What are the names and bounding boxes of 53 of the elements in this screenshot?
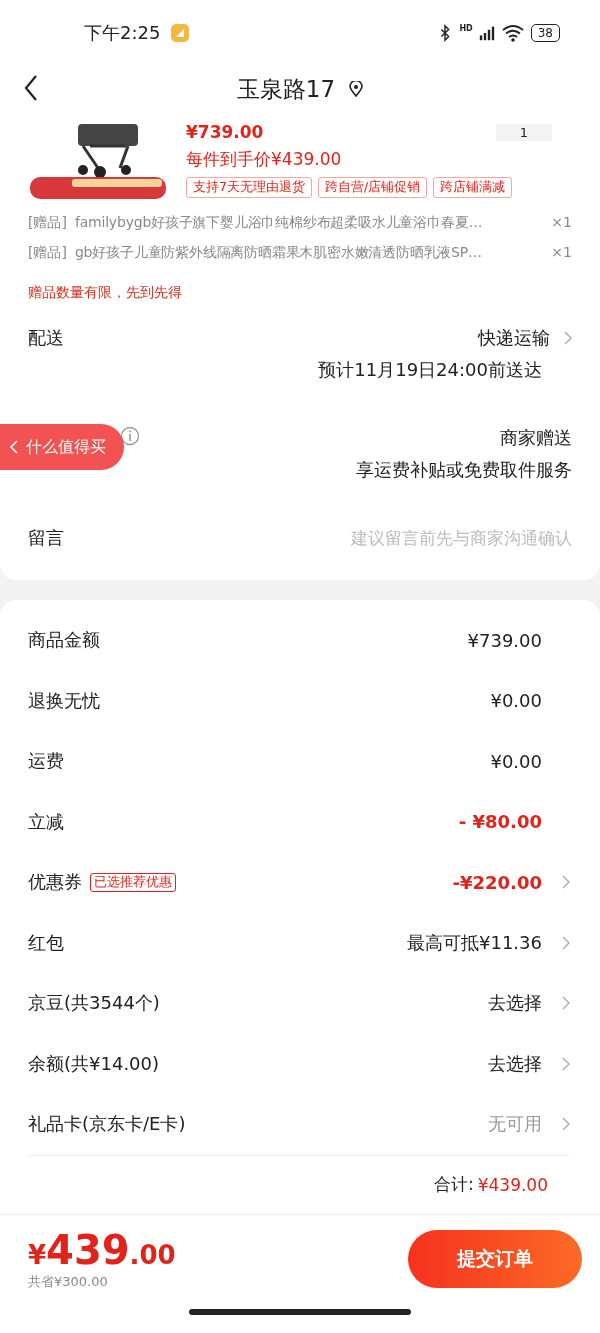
payable-amount: ¥439.00 [28,1226,176,1273]
delivery-estimate: 预计11月19日24:00前送达 [318,358,542,382]
service-tag: 支持7天无理由退货 [186,177,312,198]
summary-label: 立减 [28,809,64,834]
gift-name: gb好孩子儿童防紫外线隔离防晒霜果木肌密水嫩清透防晒乳液SP… [74,244,483,262]
back-icon[interactable] [24,74,38,102]
message-label: 留言 [28,526,64,550]
final-price: 每件到手价¥439.00 [186,148,343,171]
summary-label: 退换无忧 [28,688,100,713]
coupon-badge: 已选推荐优惠 [90,872,176,892]
summary-value[interactable]: 去选择 [488,1051,542,1076]
wifi-icon [500,24,525,42]
return-service-value: 商家赠送 [500,426,572,450]
summary-value[interactable]: -¥220.00 [452,871,542,893]
return-service-detail: 享运费补贴或免费取件服务 [356,458,572,482]
total-label: 合计: [433,1173,474,1196]
summary-label: 优惠券 [28,870,82,895]
notification-icon [170,23,191,43]
gift-quantity: ×1 [551,244,572,262]
savings-text: 共省¥300.00 [28,1272,109,1291]
delivery-label: 配送 [28,326,64,350]
summary-label: 礼品卡(京东卡/E卡) [28,1112,186,1137]
summary-label: 运费 [28,749,64,774]
summary-value[interactable]: 最高可抵¥11.36 [407,930,542,955]
service-tag: 跨店铺满减 [433,177,513,198]
summary-value: ¥0.00 [490,690,542,712]
quantity-field[interactable]: 1 [495,123,552,141]
address-title[interactable]: 玉泉路17 [236,73,336,105]
chevron-icon [564,331,572,345]
summary-value: ¥739.00 [467,629,542,651]
battery-indicator: 38 [530,24,560,42]
summary-label: 京豆(共3544个) [28,991,160,1016]
summary-value: ¥0.00 [490,750,542,772]
gift-label: [赠品] [28,214,67,232]
info-icon[interactable] [120,426,140,446]
location-pin-icon [349,81,364,97]
gift-name: familybygb好孩子旗下婴儿浴巾纯棉纱布超柔吸水儿童浴巾春夏… [74,214,484,232]
total-value: ¥439.00 [477,1174,548,1195]
status-time: 下午2:25 [84,21,161,45]
delivery-method[interactable]: 快递运输 [478,326,550,350]
service-tag: 跨自营/店铺促销 [317,177,428,198]
summary-value: - ¥80.00 [458,811,542,833]
summary-value[interactable]: 去选择 [488,991,542,1016]
summary-label: 红包 [28,930,64,955]
product-price: ¥739.00 [186,122,264,142]
network-label: HD [459,23,473,33]
signal-icon [478,24,495,42]
gift-quantity: ×1 [551,214,572,232]
summary-label: 余额(共¥14.00) [28,1051,160,1076]
gift-notice: 赠品数量有限，先到先得 [28,284,183,302]
summary-label: 商品金额 [28,628,100,653]
back-chevron-icon [10,440,18,454]
gift-label: [赠品] [28,244,67,262]
